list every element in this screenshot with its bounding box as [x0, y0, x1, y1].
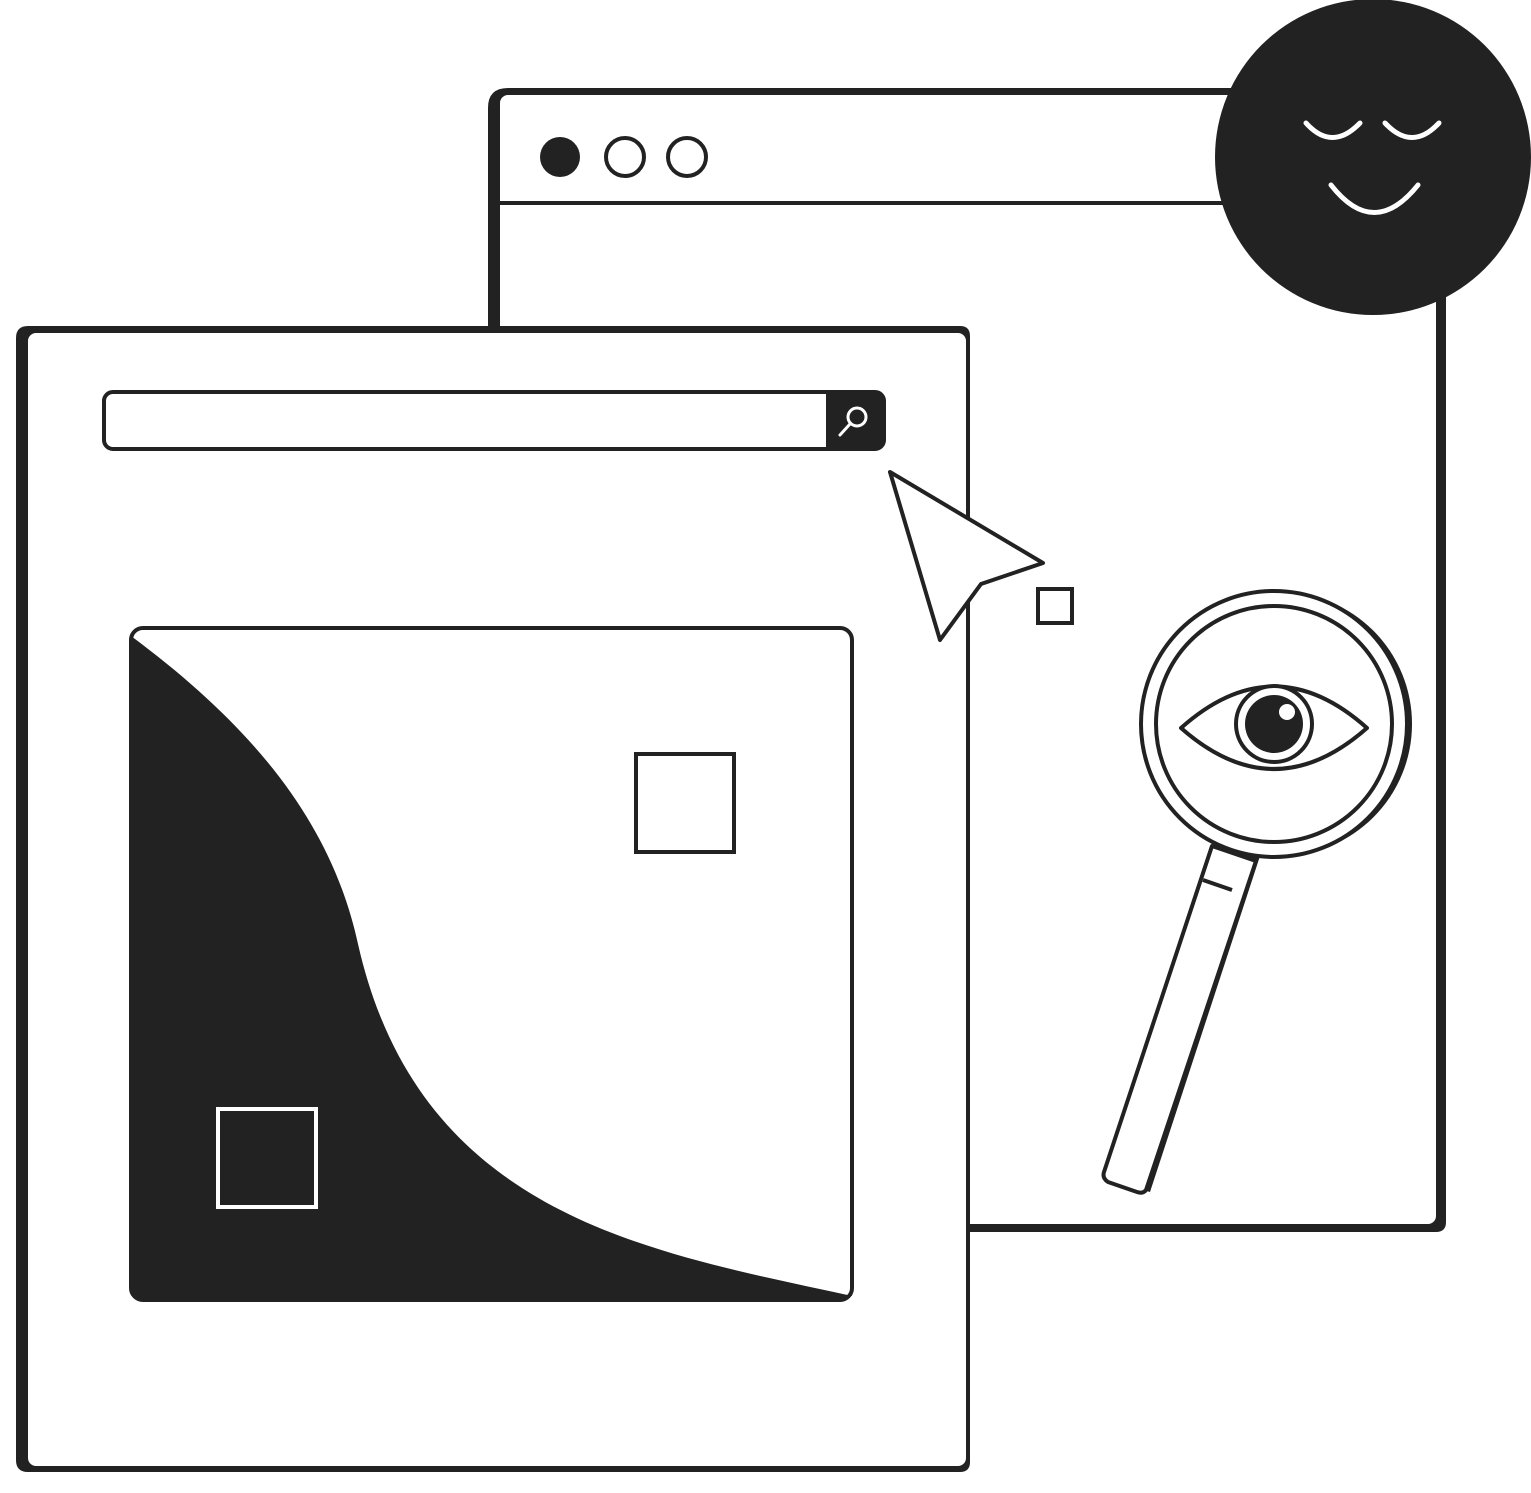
illustration-scene	[16, 0, 1531, 1472]
image-placeholder-icon	[129, 626, 854, 1302]
window-minimize-button[interactable]	[604, 136, 646, 178]
eye-pupil	[1245, 695, 1303, 753]
small-square-decoration	[1036, 587, 1074, 625]
image-square-top-right	[634, 752, 736, 854]
search-input[interactable]	[102, 390, 886, 451]
image-square-bottom-left	[216, 1107, 318, 1209]
window-close-button[interactable]	[540, 137, 580, 177]
search-button[interactable]	[826, 392, 884, 449]
front-window	[16, 326, 970, 1472]
eye-highlight	[1279, 704, 1295, 720]
window-maximize-button[interactable]	[666, 136, 708, 178]
avatar-circle	[1215, 0, 1531, 315]
smiley-face-icon	[1215, 0, 1531, 315]
search-bar	[102, 390, 886, 451]
